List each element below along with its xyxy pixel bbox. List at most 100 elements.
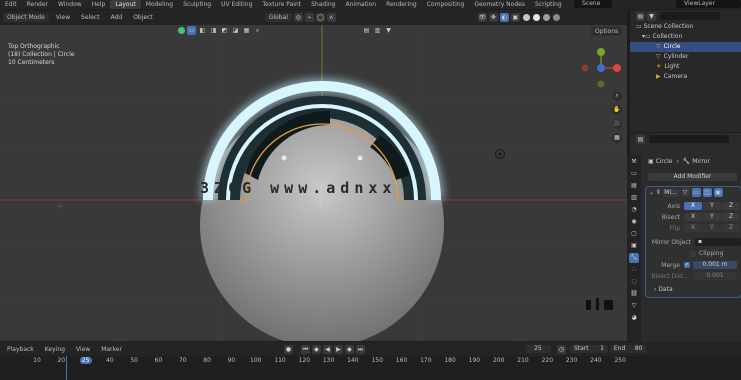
outliner-item-cylinder[interactable]: ▽ Cylinder <box>630 52 741 62</box>
physics-tab-icon[interactable]: ◌ <box>629 277 639 287</box>
zoom-icon[interactable]: ⌕ <box>612 91 622 101</box>
next-keyframe-icon[interactable]: ◆ <box>344 344 354 354</box>
tool-tab-icon[interactable]: ⚒ <box>629 157 639 167</box>
merge-distance-field[interactable]: 0.001 m <box>693 261 737 269</box>
start-frame-field[interactable]: Start 1 <box>569 345 608 353</box>
data-subpanel[interactable]: › Data <box>646 286 741 293</box>
current-frame-indicator[interactable]: 25 <box>79 357 92 364</box>
outliner-item-camera[interactable]: ▶ Camera <box>630 72 741 82</box>
workspace-tab-uv-editing[interactable]: UV Editing <box>216 0 257 9</box>
camera-view-icon[interactable]: 🎥 <box>612 119 622 129</box>
workspace-tab-sculpting[interactable]: Sculpting <box>178 0 216 9</box>
world-tab-icon[interactable]: ◉ <box>629 217 639 227</box>
chevron-down-icon[interactable]: ⌄ <box>649 189 654 196</box>
bisect-distance-field[interactable]: 0.001 <box>693 272 737 280</box>
mirror-object-field[interactable]: ▪ <box>694 238 741 246</box>
filter-icon[interactable]: ▼ <box>647 11 656 21</box>
constraints-tab-icon[interactable]: ⛓ <box>629 289 639 299</box>
perspective-toggle-icon[interactable]: ▦ <box>612 133 622 143</box>
material-tab-icon[interactable]: ◕ <box>629 313 639 323</box>
proportional-edit-icon[interactable]: ◯ <box>315 13 325 22</box>
xray-toggle-icon[interactable]: ▣ <box>510 13 520 22</box>
overlay-toggle-icon[interactable]: ◐ <box>499 13 509 22</box>
output-tab-icon[interactable]: ▤ <box>629 181 639 191</box>
mode-dropdown[interactable]: Object Mode <box>3 13 49 22</box>
menu-marker[interactable]: Marker <box>97 345 126 354</box>
properties-editor-icon[interactable]: ▤ <box>636 134 645 144</box>
pan-hand-icon[interactable]: ✋ <box>612 105 622 115</box>
prev-keyframe-icon[interactable]: ◆ <box>311 344 321 354</box>
playhead-line[interactable] <box>66 356 67 380</box>
axis-z-toggle[interactable]: Z <box>722 202 740 210</box>
shading-solid-icon[interactable] <box>532 14 540 21</box>
menu-keying[interactable]: Keying <box>41 345 69 354</box>
outliner-collection[interactable]: ▾▭ Collection <box>630 32 741 42</box>
menu-view[interactable]: View <box>72 345 94 354</box>
workspace-tab-scripting[interactable]: Scripting <box>530 0 567 9</box>
modifier-tab-icon[interactable]: 🔧 <box>629 253 639 263</box>
menu-edit[interactable]: Edit <box>0 0 22 9</box>
bisect-y-toggle[interactable]: Y <box>703 213 721 221</box>
clipping-checkbox[interactable] <box>690 250 696 257</box>
add-modifier-button[interactable]: Add Modifier <box>648 173 737 181</box>
outliner-editor-icon[interactable]: ▤ <box>636 11 645 21</box>
data-tab-icon[interactable]: ▽ <box>629 301 639 311</box>
outliner-item-circle[interactable]: ▽ Circle <box>630 42 741 52</box>
shading-material-icon[interactable] <box>542 14 550 21</box>
play-reverse-icon[interactable]: ◀ <box>322 344 332 354</box>
object-tab-icon[interactable]: ▣ <box>629 241 639 251</box>
transform-orientation-dropdown[interactable]: Global <box>264 13 292 22</box>
menu-help[interactable]: Help <box>87 0 111 9</box>
menu-render[interactable]: Render <box>22 0 53 9</box>
pivot-icon[interactable]: ◎ <box>293 13 303 22</box>
gizmo-toggle-icon[interactable]: ✥ <box>488 13 498 22</box>
clock-icon[interactable]: ◷ <box>556 344 566 354</box>
collection-tab-icon[interactable]: ▢ <box>629 229 639 239</box>
bisect-z-toggle[interactable]: Z <box>722 213 740 221</box>
menu-select[interactable]: Select <box>77 13 104 22</box>
menu-playback[interactable]: Playback <box>3 345 38 354</box>
workspace-tab-shading[interactable]: Shading <box>306 0 340 9</box>
flip-x-toggle[interactable]: X <box>684 224 702 232</box>
flip-y-toggle[interactable]: Y <box>703 224 721 232</box>
record-icon[interactable]: ● <box>283 344 293 354</box>
axis-y-toggle[interactable]: Y <box>703 202 721 210</box>
menu-object[interactable]: Object <box>129 13 157 22</box>
view-layer-selector[interactable]: ViewLayer <box>676 0 741 8</box>
workspace-tab-layout[interactable]: Layout <box>110 0 141 9</box>
falloff-icon[interactable]: ∧ <box>326 13 336 22</box>
render-icon[interactable]: ◫ <box>702 188 712 197</box>
flip-z-toggle[interactable]: Z <box>722 224 740 232</box>
cage-icon[interactable]: ▣ <box>713 188 723 197</box>
timeline[interactable]: 10 20 25 40 50 60 70 80 90 100 110 120 130 140 150 160 1… <box>0 356 741 380</box>
particles-tab-icon[interactable]: ∴ <box>629 265 639 275</box>
edit-mode-icon[interactable]: ▽ <box>680 188 690 197</box>
outliner-scene-collection[interactable]: ▭ Scene Collection <box>630 22 741 32</box>
shading-wireframe-icon[interactable] <box>522 14 530 21</box>
realtime-icon[interactable]: ▭ <box>691 188 701 197</box>
workspace-tab-animation[interactable]: Animation <box>341 0 382 9</box>
scene-selector[interactable]: Scene <box>574 0 612 8</box>
outliner-search-input[interactable] <box>660 12 720 20</box>
play-icon[interactable]: ▶ <box>333 344 343 354</box>
workspace-tab-texture-paint[interactable]: Texture Paint <box>257 0 306 9</box>
menu-add[interactable]: Add <box>107 13 127 22</box>
workspace-tab-compositing[interactable]: Compositing <box>422 0 470 9</box>
workspace-tab-geometry-nodes[interactable]: Geometry Nodes <box>469 0 530 9</box>
scene-tab-icon[interactable]: ◔ <box>629 205 639 215</box>
jump-end-icon[interactable]: ⏭ <box>355 344 365 354</box>
merge-checkbox[interactable]: ✓ <box>684 262 690 268</box>
workspace-tab-rendering[interactable]: Rendering <box>381 0 422 9</box>
workspace-tab-modeling[interactable]: Modeling <box>141 0 178 9</box>
menu-window[interactable]: Window <box>53 0 87 9</box>
properties-search-input[interactable] <box>649 135 729 143</box>
render-tab-icon[interactable]: ▭ <box>629 169 639 179</box>
bisect-x-toggle[interactable]: X <box>684 213 702 221</box>
end-frame-field[interactable]: End 80 <box>609 345 647 353</box>
shading-rendered-icon[interactable] <box>552 14 560 21</box>
snap-icon[interactable]: ⌁ <box>304 13 314 22</box>
3d-viewport[interactable]: ▭ ◧ ◨ ◩ ◪ ▦ ⌕ ▤ ▥ ▼ Options Top Orthogra… <box>0 25 627 341</box>
modifier-name-field[interactable]: Mi... <box>662 188 679 197</box>
jump-start-icon[interactable]: ⏮ <box>300 344 310 354</box>
outliner-item-light[interactable]: ☀ Light <box>630 62 741 72</box>
